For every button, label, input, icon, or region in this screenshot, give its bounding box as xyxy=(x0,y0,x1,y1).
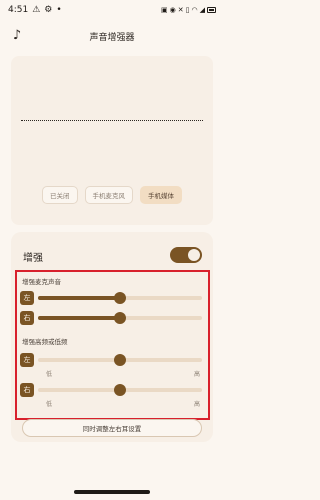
mic-right-thumb[interactable] xyxy=(114,312,126,324)
mode-chip-media[interactable]: 手机媒体 xyxy=(140,186,182,204)
mic-right-fill xyxy=(38,316,120,320)
gesture-nav-bar[interactable] xyxy=(74,490,150,494)
toggle-knob xyxy=(188,249,200,261)
freq-left-track[interactable] xyxy=(38,354,202,366)
mic-left-track[interactable] xyxy=(38,292,202,304)
freq-left-thumb[interactable] xyxy=(114,354,126,366)
freq-left-slider-row: 左 xyxy=(20,353,202,367)
gear-icon: ⚙ xyxy=(44,5,53,15)
clock: 4:51 xyxy=(8,5,29,15)
mic-volume-label: 增强麦克声音 xyxy=(22,278,61,286)
mic-left-fill xyxy=(38,296,120,300)
mode-chip-off[interactable]: 已关闭 xyxy=(42,186,78,204)
right-tag: 右 xyxy=(20,383,34,397)
mic-right-track[interactable] xyxy=(38,312,202,324)
freq-right-track[interactable] xyxy=(38,384,202,396)
mic-right-slider-row: 右 xyxy=(20,311,202,325)
high-label: 高 xyxy=(194,371,201,378)
mode-selector: 已关闭 手机麦克风 手机媒体 xyxy=(11,186,213,204)
vibrate-icon: ▯ xyxy=(185,6,190,14)
battery-icon xyxy=(207,7,216,13)
app-title: 声音增强器 xyxy=(89,32,135,43)
mic-left-slider-row: 左 xyxy=(20,291,202,305)
adjust-both-ears-button[interactable]: 同时调整左右耳设置 xyxy=(22,419,202,437)
music-note-icon[interactable]: ♪ xyxy=(10,27,24,43)
status-right: ▣ ◉ ✕ ▯ ◠ ◢ xyxy=(161,6,216,14)
enhance-label: 增强 xyxy=(23,253,43,264)
mic-left-thumb[interactable] xyxy=(114,292,126,304)
app-bar: ♪ 声音增强器 xyxy=(0,24,224,48)
freq-label: 增强高频或低频 xyxy=(22,338,68,346)
dot-icon: • xyxy=(56,5,62,15)
dolby-icon: ▣ xyxy=(161,6,168,14)
warning-icon: ⚠ xyxy=(32,5,41,15)
mute-icon: ✕ xyxy=(177,6,184,14)
right-tag: 右 xyxy=(20,311,34,325)
status-bar: 4:51 ⚠ ⚙ • ▣ ◉ ✕ ▯ ◠ ◢ xyxy=(0,0,224,20)
left-tag: 左 xyxy=(20,353,34,367)
eye-icon: ◉ xyxy=(169,6,176,14)
waveform-line xyxy=(21,120,203,121)
mode-chip-mic[interactable]: 手机麦克风 xyxy=(84,186,133,204)
status-left: 4:51 ⚠ ⚙ • xyxy=(8,5,62,15)
freq-right-slider-row: 右 xyxy=(20,383,202,397)
freq-right-thumb[interactable] xyxy=(114,384,126,396)
visualizer-card: 已关闭 手机麦克风 手机媒体 xyxy=(11,56,213,225)
enhance-toggle[interactable] xyxy=(170,247,202,263)
low-label: 低 xyxy=(46,371,53,378)
signal-icon: ◢ xyxy=(199,6,205,14)
high-label: 高 xyxy=(194,401,201,408)
left-tag: 左 xyxy=(20,291,34,305)
wifi-icon: ◠ xyxy=(191,6,198,14)
low-label: 低 xyxy=(46,401,53,408)
